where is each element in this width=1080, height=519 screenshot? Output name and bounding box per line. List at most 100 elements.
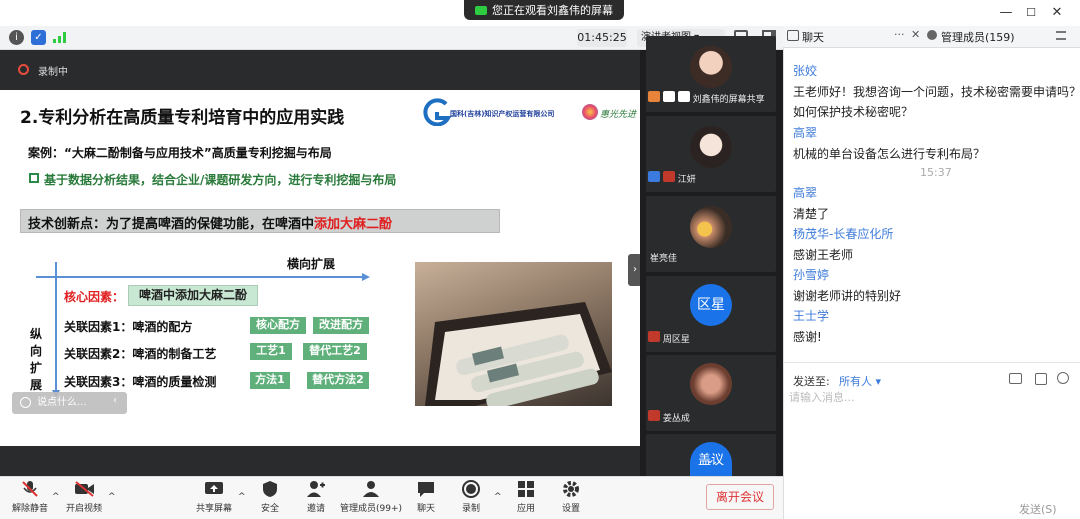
share-screen-icon bbox=[204, 480, 224, 498]
partner-logo-text: 惠光先进 bbox=[600, 110, 637, 120]
screen-share-icon bbox=[648, 91, 660, 102]
participant-name: 崔亮佳 bbox=[650, 254, 678, 264]
emoji-icon[interactable] bbox=[20, 396, 31, 408]
leave-meeting-button[interactable]: 离开会议 bbox=[706, 484, 774, 510]
chat-bubble-icon bbox=[787, 30, 799, 41]
chat-input[interactable]: 请输入消息... bbox=[789, 389, 1074, 479]
add-user-icon bbox=[306, 480, 326, 498]
info-icon[interactable]: i bbox=[9, 30, 24, 45]
camera-icon bbox=[677, 91, 690, 102]
send-button[interactable]: 发送(S) bbox=[1019, 501, 1057, 517]
chat-message: 机械的单台设备怎么进行专利布局？ bbox=[793, 147, 986, 161]
vertical-arrow bbox=[52, 262, 60, 398]
share-screen-button[interactable]: 共享屏幕 bbox=[184, 480, 244, 514]
tab-members[interactable]: 管理成员(159) bbox=[941, 29, 1015, 45]
related-factor-1-label: 关联因素1：啤酒的配方 bbox=[64, 320, 193, 334]
factor-2-option-a: 工艺1 bbox=[250, 343, 292, 360]
chat-message: 谢谢老师讲的特别好 bbox=[793, 289, 902, 303]
factor-2-option-b: 替代工艺2 bbox=[303, 343, 367, 360]
chat-message: 感谢王老师 bbox=[793, 248, 854, 262]
apps-grid-icon bbox=[516, 480, 536, 498]
close-window-button[interactable]: ✕ bbox=[1046, 3, 1068, 23]
bullet-text: 基于数据分析结果，结合企业/课题研发方向，进行专利挖掘与布局 bbox=[44, 173, 397, 187]
chat-bubble-icon bbox=[416, 480, 436, 498]
mic-off-icon bbox=[20, 480, 40, 498]
recording-label: 录制中 bbox=[38, 67, 68, 78]
signal-icon[interactable] bbox=[53, 32, 67, 43]
vertical-expansion-label: 纵向扩展 bbox=[30, 327, 43, 392]
chat-message-list: 张姣 王老师好！我想咨询一个问题，技术秘密需要申请吗？ 如何保护技术秘密呢？ 高… bbox=[790, 50, 1080, 350]
participant-avatar bbox=[690, 206, 732, 248]
file-icon[interactable] bbox=[1009, 373, 1022, 384]
menu-icon[interactable] bbox=[1056, 31, 1066, 40]
innovation-prefix: 技术创新点：为了提高啤酒的保健功能，在啤酒中 bbox=[28, 217, 315, 232]
beer-product-photo bbox=[415, 262, 612, 406]
more-options-button[interactable]: ··· bbox=[894, 28, 905, 41]
camera-off-icon bbox=[74, 480, 94, 498]
record-button[interactable]: 录制 bbox=[441, 480, 501, 514]
meeting-timer: 01:45:25 bbox=[577, 29, 627, 47]
chat-sender: 孙雪婷 bbox=[793, 268, 830, 282]
security-shield-icon[interactable]: ✓ bbox=[31, 30, 46, 45]
chat-message: 感谢! bbox=[793, 330, 822, 344]
screen-share-banner: 您正在观看刘鑫伟的屏幕 bbox=[464, 0, 624, 20]
participant-avatar bbox=[690, 126, 732, 168]
chat-message: 如何保护技术秘密呢？ bbox=[793, 105, 914, 119]
core-factor-value: 啤酒中添加大麻二酚 bbox=[128, 285, 258, 306]
maximize-button[interactable]: ☐ bbox=[1020, 3, 1042, 23]
send-to-label: 发送至: bbox=[793, 375, 830, 388]
innovation-text: 技术创新点：为了提高啤酒的保健功能，在啤酒中添加大麻二酚 bbox=[28, 213, 392, 232]
mic-off-icon bbox=[662, 171, 675, 182]
participant-name: 江妍 bbox=[648, 171, 696, 185]
chat-message: 清楚了 bbox=[793, 207, 830, 221]
close-chat-button[interactable]: ✕ bbox=[911, 28, 920, 41]
partner-logo bbox=[582, 104, 598, 120]
participant-avatar: 区星 bbox=[690, 284, 732, 326]
share-banner-text: 您正在观看刘鑫伟的屏幕 bbox=[492, 4, 613, 17]
participant-avatar bbox=[690, 46, 732, 88]
factor-1-option-b: 改进配方 bbox=[313, 317, 369, 334]
chat-message: 王老师好！我想咨询一个问题，技术秘密需要申请吗？ bbox=[793, 85, 1080, 99]
recording-icon bbox=[18, 64, 29, 75]
minimize-button[interactable]: — bbox=[995, 3, 1017, 23]
bullet-icon bbox=[29, 173, 39, 183]
mic-off-icon bbox=[662, 91, 675, 102]
core-factor-label: 核心因素： bbox=[64, 290, 125, 304]
gear-icon bbox=[561, 480, 581, 498]
chevron-left-icon[interactable]: ‹ bbox=[113, 395, 117, 406]
participant-name: 姜丛成 bbox=[648, 410, 690, 424]
members-icon bbox=[927, 30, 937, 40]
slide-bottom-strip bbox=[0, 446, 640, 476]
chat-sender: 王士学 bbox=[793, 309, 830, 323]
send-to-select[interactable]: 所有人 ▾ bbox=[839, 373, 881, 389]
video-options-chevron-icon[interactable]: ^ bbox=[108, 492, 116, 502]
chat-sender: 杨茂华-长春应化所 bbox=[793, 227, 894, 241]
participant-avatar bbox=[690, 363, 732, 405]
mic-off-icon bbox=[648, 410, 660, 421]
shield-icon bbox=[260, 480, 280, 498]
say-something-placeholder: 说点什么... bbox=[37, 397, 87, 408]
case-heading: 案例：“大麻二酚制备与应用技术”高质量专利挖掘与布局 bbox=[28, 146, 332, 160]
chat-timestamp: 15:37 bbox=[920, 166, 952, 179]
say-something-bar[interactable]: 说点什么... bbox=[12, 392, 127, 414]
related-factor-2-label: 关联因素2：啤酒的制备工艺 bbox=[64, 347, 217, 361]
participant-name: 刘鑫伟的屏幕共享 bbox=[648, 91, 765, 105]
start-video-button[interactable]: 开启视频 bbox=[54, 480, 114, 514]
chat-sender: 张姣 bbox=[793, 64, 818, 78]
chat-sender: 高翠 bbox=[793, 186, 818, 200]
unmute-button[interactable]: 解除静音 bbox=[0, 480, 60, 514]
emoji-picker-icon[interactable] bbox=[1057, 372, 1069, 384]
mic-off-icon bbox=[648, 331, 660, 342]
factor-3-option-a: 方法1 bbox=[250, 372, 290, 389]
tab-chat[interactable]: 聊天 bbox=[802, 29, 824, 45]
settings-button[interactable]: 设置 bbox=[541, 480, 601, 514]
share-status-icon bbox=[475, 5, 487, 15]
horizontal-arrow bbox=[36, 270, 370, 281]
user-icon bbox=[648, 171, 660, 182]
chevron-down-icon[interactable]: ⌄ bbox=[705, 452, 715, 466]
screenshot-icon[interactable] bbox=[1035, 373, 1047, 385]
factor-1-option-a: 核心配方 bbox=[250, 317, 306, 334]
innovation-highlight: 添加大麻二酚 bbox=[314, 217, 393, 232]
participant-name: 周区星 bbox=[648, 331, 690, 345]
factor-3-option-b: 替代方法2 bbox=[307, 372, 369, 389]
